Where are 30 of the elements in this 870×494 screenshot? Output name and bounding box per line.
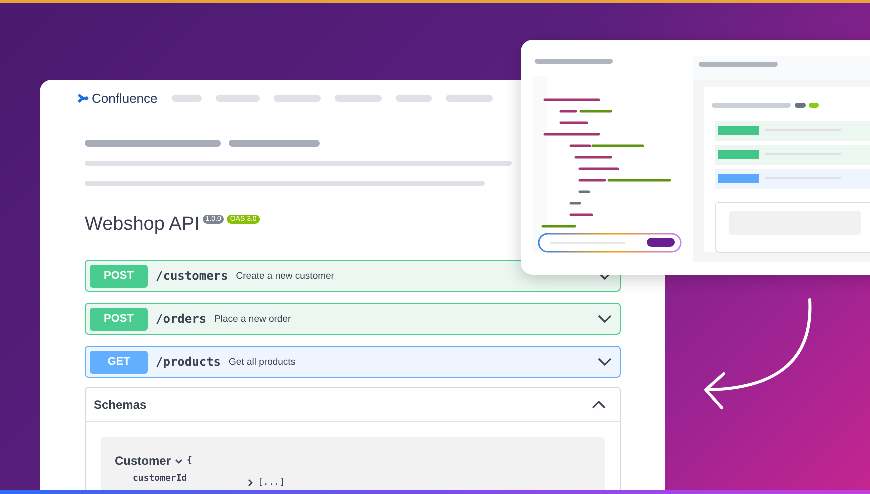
chevron-down-icon[interactable] (598, 315, 612, 323)
nav-placeholder (216, 95, 260, 102)
field-name: customerId (133, 474, 188, 484)
chevron-down-icon[interactable] (175, 458, 184, 464)
endpoint-summary: Place a new order (214, 314, 292, 324)
endpoint-path: /orders (156, 312, 207, 326)
endpoint-summary: Create a new customer (236, 270, 336, 282)
api-title: Webshop API (85, 214, 200, 236)
method-badge: POST (90, 308, 148, 330)
crossed-arrows-logo-icon (78, 93, 89, 104)
chevron-down-icon[interactable] (598, 358, 612, 366)
nav-placeholder (396, 95, 432, 102)
endpoint-row[interactable]: POST /orders Place a new order (85, 303, 621, 335)
nav-placeholder (274, 95, 321, 102)
schemas-title: Schemas (94, 398, 147, 412)
field-value: [...] (258, 478, 286, 488)
nav-placeholder (172, 95, 202, 102)
chevron-up-icon[interactable] (592, 400, 606, 408)
method-badge: POST (90, 264, 148, 288)
endpoint-path: /customers (156, 269, 228, 283)
endpoint-summary: Get all products (229, 356, 297, 368)
nav-placeholder (334, 95, 382, 102)
chevron-right-icon[interactable] (248, 479, 253, 487)
brace: { (187, 456, 192, 466)
method-badge: GET (90, 350, 148, 374)
endpoint-path: /products (156, 355, 222, 369)
endpoint-row[interactable]: POST /customers Create a new customer (85, 260, 621, 292)
product-name: Confluence (92, 91, 158, 106)
model-name: Customer (115, 454, 172, 468)
nav-placeholder (446, 95, 493, 102)
